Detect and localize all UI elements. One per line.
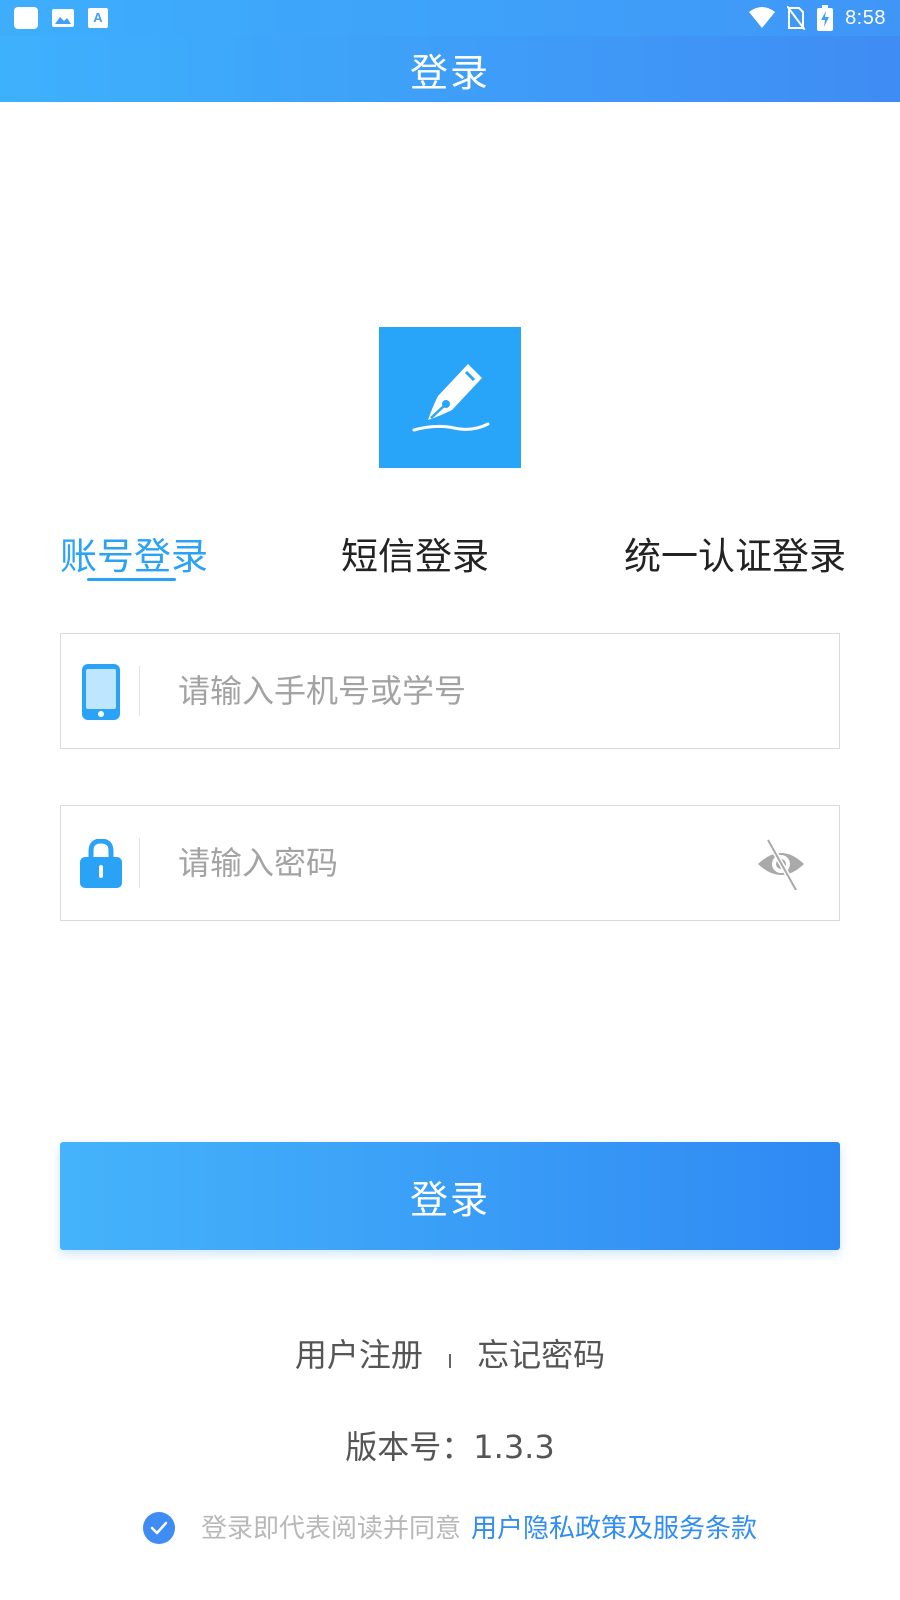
no-sim-icon [787, 6, 806, 30]
fountain-pen-icon [412, 363, 490, 431]
font-a-icon: A [88, 8, 108, 28]
password-field [60, 805, 840, 921]
login-button[interactable]: 登录 [60, 1142, 840, 1250]
status-right: 8:58 [749, 5, 886, 31]
version-label: 版本号：1.3.3 [345, 1428, 555, 1466]
account-input[interactable] [178, 660, 738, 722]
check-icon [150, 1521, 168, 1535]
register-link[interactable]: 用户注册 [295, 1336, 423, 1374]
login-screen: A 8:58 登录 账号登录 短信登录 统一认证登录 请输入手机号或学号 登录 … [0, 0, 900, 1600]
lock-icon [79, 836, 123, 892]
tab-unified-auth-login[interactable]: 统一认证登录 [624, 532, 846, 582]
password-input[interactable] [178, 832, 738, 894]
tab-sms-login[interactable]: 短信登录 [341, 532, 489, 582]
links-row: 用户注册 忘记密码 [0, 1330, 900, 1376]
phone-icon [79, 664, 123, 720]
app-logo [379, 327, 521, 468]
tab-account-login[interactable]: 账号登录 [60, 532, 208, 582]
battery-charging-icon [817, 5, 834, 31]
agreement-text: 登录即代表阅读并同意 [200, 1514, 461, 1544]
page-title: 登录 [409, 50, 490, 95]
eye-off-icon [758, 838, 804, 892]
app-square-icon [14, 7, 38, 29]
field-divider [139, 838, 140, 888]
status-bar: A 8:58 [0, 0, 900, 36]
privacy-policy-link[interactable]: 用户隐私政策及服务条款 [471, 1514, 757, 1544]
image-icon [52, 9, 74, 27]
links-separator [449, 1354, 451, 1368]
wifi-icon [749, 7, 776, 28]
active-tab-indicator [87, 578, 176, 581]
agreement-checkbox[interactable] [142, 1512, 175, 1544]
forgot-password-link[interactable]: 忘记密码 [477, 1336, 605, 1374]
agreement-row: 登录即代表阅读并同意 用户隐私政策及服务条款 [0, 1510, 900, 1548]
password-visibility-toggle[interactable] [753, 836, 809, 892]
status-left: A [14, 7, 108, 29]
title-bar: 登录 [0, 36, 900, 102]
status-time: 8:58 [845, 6, 886, 29]
field-divider [139, 666, 140, 716]
account-field [60, 633, 840, 749]
